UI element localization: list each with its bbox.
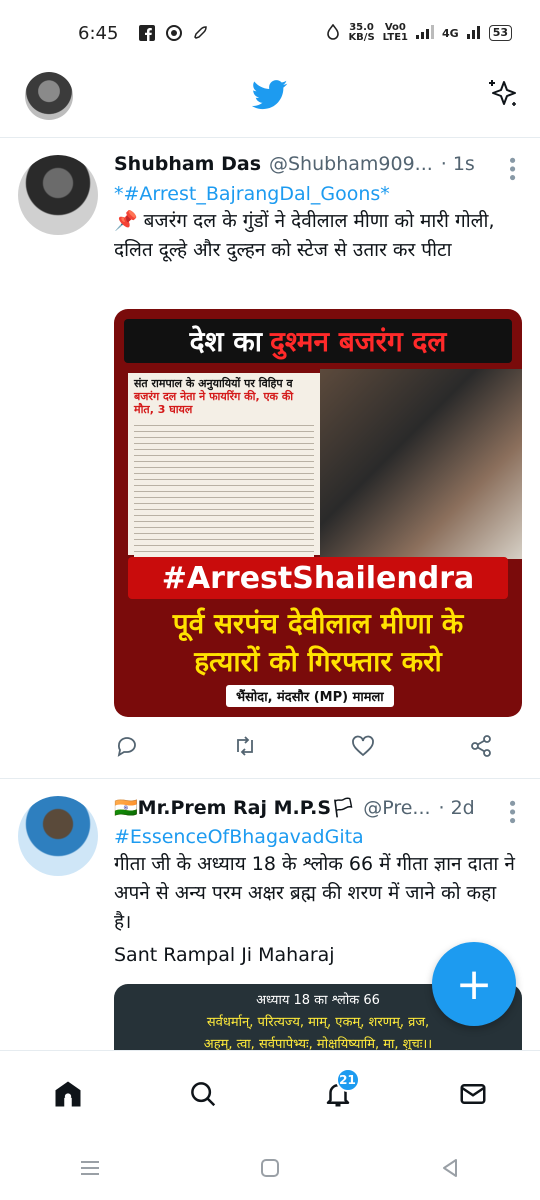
tweet-image[interactable]: देश का दुश्मन बजरंग दल संत रामपाल के अनुय… [114,309,522,717]
tweet-time: 1s [452,153,475,175]
status-bar: 6:45 35.0 KB/S Vo0 LTE1 4G 53 [0,0,540,66]
nav-home[interactable] [48,1074,88,1114]
status-time: 6:45 [78,22,119,44]
author-name[interactable]: 🇮🇳Mr.Prem Raj M.P.S🏳 [114,796,355,819]
verse-line: अहम्, त्वा, सर्वपापेभ्यः, मोक्षयिष्यामि,… [203,1037,433,1050]
tweet[interactable]: Shubham Das @Shubham909... · 1s ••• *#Ar… [0,139,540,779]
tweet-actions [114,731,494,761]
tweet-author-avatar[interactable] [18,155,98,235]
signal-icon-2 [466,25,481,42]
tweet-text: गीता जी के अध्याय 18 के श्लोक 66 में गीत… [114,853,515,933]
tweet-header: 🇮🇳Mr.Prem Raj M.P.S🏳 @Pre... · 2d [114,796,518,824]
nav-notifications[interactable]: 21 [318,1067,360,1114]
tweet-body: Shubham Das @Shubham909... · 1s ••• *#Ar… [114,153,522,265]
net-speed: 35.0 KB/S [348,22,375,43]
separator-dot: · [440,153,447,175]
tweet-body: 🇮🇳Mr.Prem Raj M.P.S🏳 @Pre... · 2d ••• #E… [114,796,522,970]
author-handle[interactable]: @Pre... [363,797,430,819]
alarm-icon [326,23,340,43]
recent-apps-icon[interactable] [75,1153,105,1183]
author-handle[interactable]: @Shubham909... [269,153,433,175]
hashtag-link[interactable]: *#Arrest_BajrangDal_Goons* [114,183,518,205]
tweet-text: 📌 बजरंग दल के गुंडों ने देवीलाल मीणा को म… [114,210,495,261]
chrome-icon [165,25,182,42]
tweet-time: 2d [450,797,475,819]
poster-place: भैंसोदा, मंदसौर (MP) मामला [226,685,394,707]
poster-hashtag: #ArrestShailendra [128,557,508,599]
back-icon[interactable] [435,1153,465,1183]
nav-search[interactable] [183,1074,223,1114]
more-options-icon[interactable]: ••• [501,155,522,181]
facebook-icon [138,25,155,42]
home-icon [55,1081,80,1106]
more-options-icon[interactable]: ••• [501,798,522,824]
plus-icon: + [455,958,493,1010]
poster-photo [320,369,522,559]
retweet-icon[interactable] [232,733,258,759]
compose-tweet-button[interactable]: + [432,942,516,1026]
news-body-lines [134,420,314,560]
battery-indicator: 53 [488,25,512,41]
twitter-bird-icon [251,80,288,110]
search-icon [190,1081,215,1106]
mail-icon [460,1083,485,1104]
like-icon[interactable] [350,733,376,759]
bottom-navigation: 21 [0,1050,540,1136]
network-type: 4G [442,26,459,40]
separator-dot: · [438,797,445,819]
tweet-header: Shubham Das @Shubham909... · 1s [114,153,518,181]
top-bar [0,66,540,138]
reply-icon[interactable] [114,733,140,759]
tweet-author-avatar[interactable] [18,796,98,876]
pushpin-icon: 📌 [114,210,138,232]
poster-slogan: पूर्व सरपंच देवीलाल मीणा के हत्यारों को ग… [172,607,464,678]
hashtag-link[interactable]: #EssenceOfBhagavadGita [114,826,518,848]
system-navigation [0,1136,540,1200]
volte-indicator: Vo0 LTE1 [382,22,408,43]
home-button-icon[interactable] [255,1153,285,1183]
share-icon[interactable] [468,733,494,759]
news-headline: संत रामपाल के अनुयायियों पर विहिप व बजरं… [134,377,294,416]
sparkle-icon[interactable] [484,76,520,112]
poster-title: देश का दुश्मन बजरंग दल [124,319,512,363]
news-clipping: संत रामपाल के अनुयायियों पर विहिप व बजरं… [128,373,320,560]
signal-icon [416,24,434,42]
notifications-badge: 21 [335,1067,360,1092]
nav-messages[interactable] [453,1074,493,1114]
rocket-icon [192,25,209,42]
profile-avatar[interactable] [25,72,73,120]
author-name[interactable]: Shubham Das [114,153,261,175]
